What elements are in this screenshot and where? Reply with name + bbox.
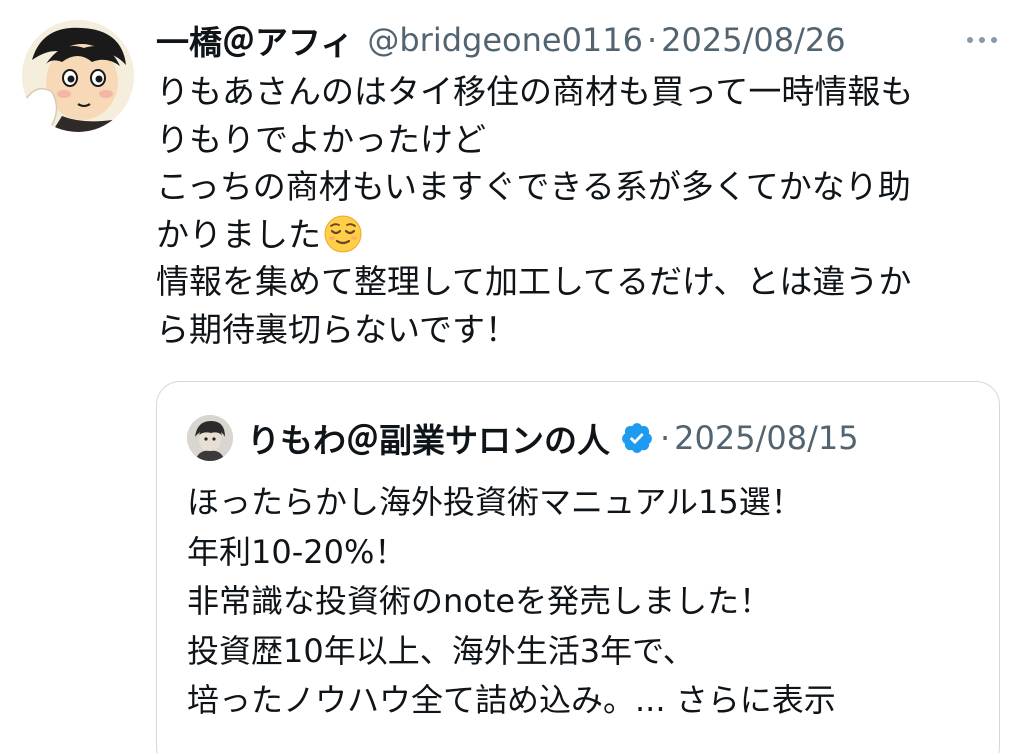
quoted-avatar-icon [187, 415, 233, 461]
header-separator: · [647, 21, 658, 59]
tweet-line: ら期待裏切らないです！ [156, 309, 519, 349]
user-handle[interactable]: @bridgeone0116 [367, 21, 643, 59]
display-name[interactable]: 一橋＠アフィ [156, 16, 353, 64]
quoted-line: ほったらかし海外投資術マニュアル15選！ [187, 483, 803, 521]
tweet-header: 一橋＠アフィ @bridgeone0116 · 2025/08/26 [156, 18, 846, 62]
tweet-line: りもあさんのはタイ移住の商材も買って一時情報も [156, 72, 914, 111]
user-avatar[interactable] [22, 20, 134, 132]
tweet-line-with-emoji: かりました [156, 211, 996, 259]
tweet-line: こっちの商材もいますぐできる系が多くてかなり助 [156, 167, 911, 206]
quoted-line: 投資歴10年以上、海外生活3年で、 [187, 631, 695, 670]
user-avatar-anime-icon [22, 20, 134, 132]
quoted-post-date[interactable]: 2025/08/15 [674, 419, 858, 457]
tweet[interactable]: 一橋＠アフィ @bridgeone0116 · 2025/08/26 りもあさん… [0, 0, 1024, 753]
quoted-display-name[interactable]: りもわ＠副業サロンの人 [247, 414, 610, 462]
tweet-line: りもりでよかったけど [156, 119, 486, 159]
quoted-user-avatar[interactable] [187, 415, 233, 461]
tweet-text: りもあさんのはタイ移住の商材も買って一時情報も りもりでよかったけど こっちの商… [156, 68, 996, 353]
quoted-line: 年利10-20%！ [187, 532, 407, 571]
verified-badge-icon [620, 421, 654, 455]
relieved-face-emoji-icon [323, 214, 363, 254]
quoted-tweet[interactable]: りもわ＠副業サロンの人 · 2025/08/15 ほったらかし海外投資術マニュア… [156, 381, 1000, 753]
quoted-tweet-header: りもわ＠副業サロンの人 · 2025/08/15 [187, 414, 859, 462]
tweet-line: かりました [156, 214, 321, 254]
quoted-line-last: 培ったノウハウ全て詰め込み。... さらに表示 [187, 676, 987, 726]
post-date[interactable]: 2025/08/26 [661, 21, 845, 59]
quoted-separator: · [660, 419, 671, 457]
more-options-icon[interactable] [960, 24, 1004, 56]
quoted-line: 培ったノウハウ全て詰め込み。... [187, 681, 666, 719]
tweet-line: 情報を集めて整理して加工してるだけ、とは違うか [156, 262, 912, 301]
quoted-line: 非常識な投資術のnoteを発売しました！ [187, 582, 772, 620]
quoted-tweet-text: ほったらかし海外投資術マニュアル15選！ 年利10-20%！ 非常識な投資術のn… [187, 478, 987, 726]
show-more-link[interactable]: さらに表示 [676, 681, 836, 719]
